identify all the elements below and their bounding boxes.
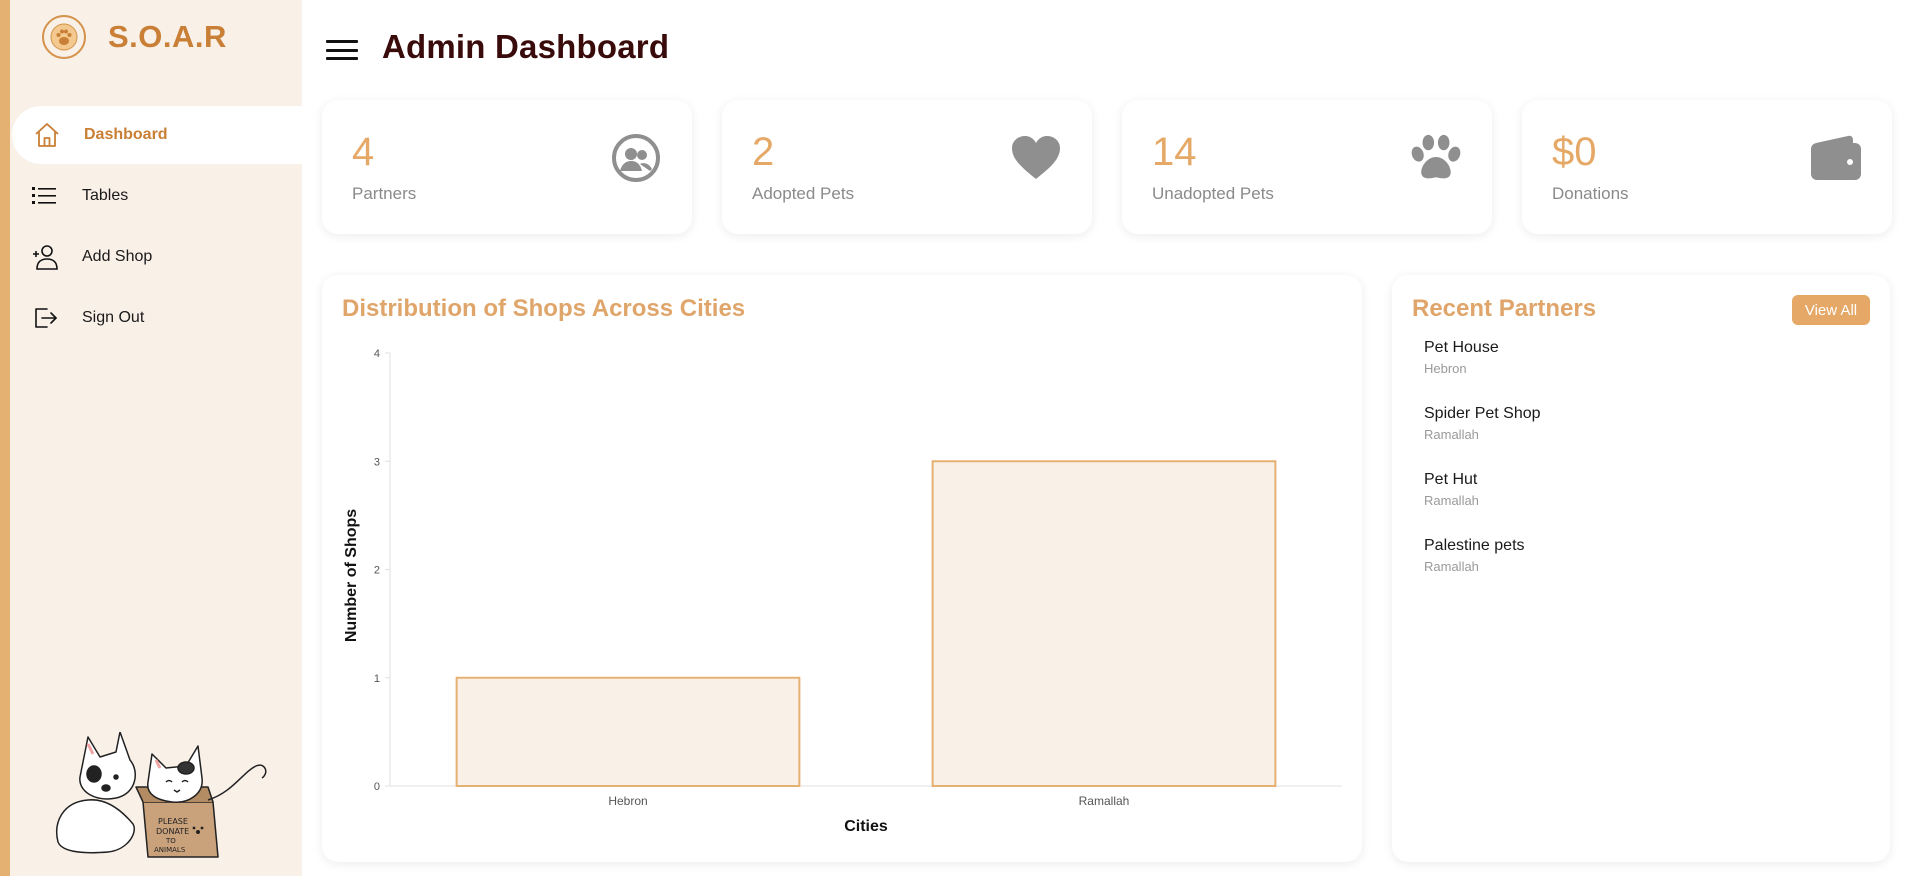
sign-out-icon (30, 303, 60, 333)
partners-title: Recent Partners (1412, 295, 1597, 322)
partner-city: Ramallah (1424, 559, 1479, 574)
y-tick-label: 4 (374, 348, 380, 360)
menu-bar (326, 48, 358, 52)
home-icon (32, 120, 62, 150)
bar-chart: 0 1 2 3 4 Hebron Ramallah Cities Number of Shops (343, 348, 1342, 835)
sidebar-header: S.O.A.R (10, 0, 302, 105)
stat-card-partners[interactable]: 4 Partners (322, 100, 692, 234)
sidebar-item-label: Add Shop (82, 248, 153, 265)
sidebar-item-label: Tables (82, 187, 129, 204)
stat-label: Partners (352, 184, 417, 203)
brand-logo[interactable]: S.O.A.R (42, 15, 227, 59)
list-icon (30, 181, 60, 211)
list-item[interactable]: Palestine pets Ramallah (1424, 537, 1541, 603)
list-item[interactable]: Spider Pet Shop Ramallah (1424, 405, 1541, 471)
partner-city: Ramallah (1424, 427, 1479, 442)
stat-card-adopted-pets[interactable]: 2 Adopted Pets (722, 100, 1092, 234)
y-axis-title: Number of Shops (343, 509, 360, 642)
heart-icon (1010, 132, 1062, 184)
donate-mascot-illustration: PLEASE DONATE TO ANIMALS (48, 731, 278, 862)
stat-value: 2 (752, 130, 775, 174)
chart-bar (931, 460, 1277, 787)
stat-label: Unadopted Pets (1152, 184, 1274, 203)
partner-name: Pet House (1424, 339, 1499, 356)
mascot-sign-text: PLEASE (158, 817, 188, 826)
sidebar-item-add-shop[interactable]: Add Shop (10, 228, 302, 286)
stat-card-donations[interactable]: $0 Donations (1522, 100, 1892, 234)
chart-card: Distribution of Shops Across Cities 0123… (322, 275, 1362, 862)
y-tick-label: 0 (374, 781, 380, 793)
chart-bar (455, 676, 801, 787)
stat-label: Donations (1552, 184, 1629, 203)
svg-text:DONATE: DONATE (156, 827, 189, 836)
y-tick-label: 3 (374, 456, 380, 468)
sidebar-nav: Dashboard Tables Add Shop Sign Out (10, 106, 302, 350)
x-tick-label: Ramallah (1079, 794, 1130, 808)
stat-value: 14 (1152, 130, 1197, 174)
list-item[interactable]: Pet House Hebron (1424, 339, 1541, 405)
stat-value: $0 (1552, 130, 1597, 174)
x-axis-title: Cities (844, 818, 888, 835)
stat-value: 4 (352, 130, 375, 174)
list-item[interactable]: Pet Hut Ramallah (1424, 471, 1541, 537)
paw-icon (1410, 132, 1462, 184)
stat-card-unadopted-pets[interactable]: 14 Unadopted Pets (1122, 100, 1492, 234)
partner-name: Pet Hut (1424, 471, 1478, 488)
sidebar: S.O.A.R Dashboard Tables Add Shop Sign O… (0, 0, 302, 876)
partners-icon (610, 132, 662, 184)
sidebar-item-tables[interactable]: Tables (10, 167, 302, 225)
sidebar-item-dashboard[interactable]: Dashboard (12, 106, 302, 164)
partner-city: Hebron (1424, 361, 1467, 376)
x-tick-label: Hebron (608, 794, 647, 808)
menu-bar (326, 40, 358, 43)
partner-list: Pet House Hebron Spider Pet Shop Ramalla… (1424, 339, 1541, 603)
sidebar-item-label: Sign Out (82, 309, 145, 326)
recent-partners-card: Recent Partners View All Pet House Hebro… (1392, 275, 1890, 862)
partner-city: Ramallah (1424, 493, 1479, 508)
svg-text:TO: TO (165, 837, 176, 845)
paw-logo-icon (42, 15, 86, 59)
sidebar-item-sign-out[interactable]: Sign Out (10, 289, 302, 347)
menu-bar (326, 57, 358, 60)
partner-name: Spider Pet Shop (1424, 405, 1541, 422)
add-user-icon (30, 242, 60, 272)
svg-text:ANIMALS: ANIMALS (154, 846, 186, 854)
partner-name: Palestine pets (1424, 537, 1525, 554)
wallet-icon (1810, 132, 1862, 184)
view-all-button[interactable]: View All (1792, 295, 1870, 325)
y-tick-label: 1 (374, 673, 380, 685)
brand-name: S.O.A.R (108, 19, 227, 54)
page-title: Admin Dashboard (382, 28, 670, 65)
sidebar-item-label: Dashboard (84, 126, 168, 143)
stat-label: Adopted Pets (752, 184, 855, 203)
hamburger-menu-icon[interactable] (326, 36, 358, 64)
y-tick-label: 2 (374, 565, 380, 577)
